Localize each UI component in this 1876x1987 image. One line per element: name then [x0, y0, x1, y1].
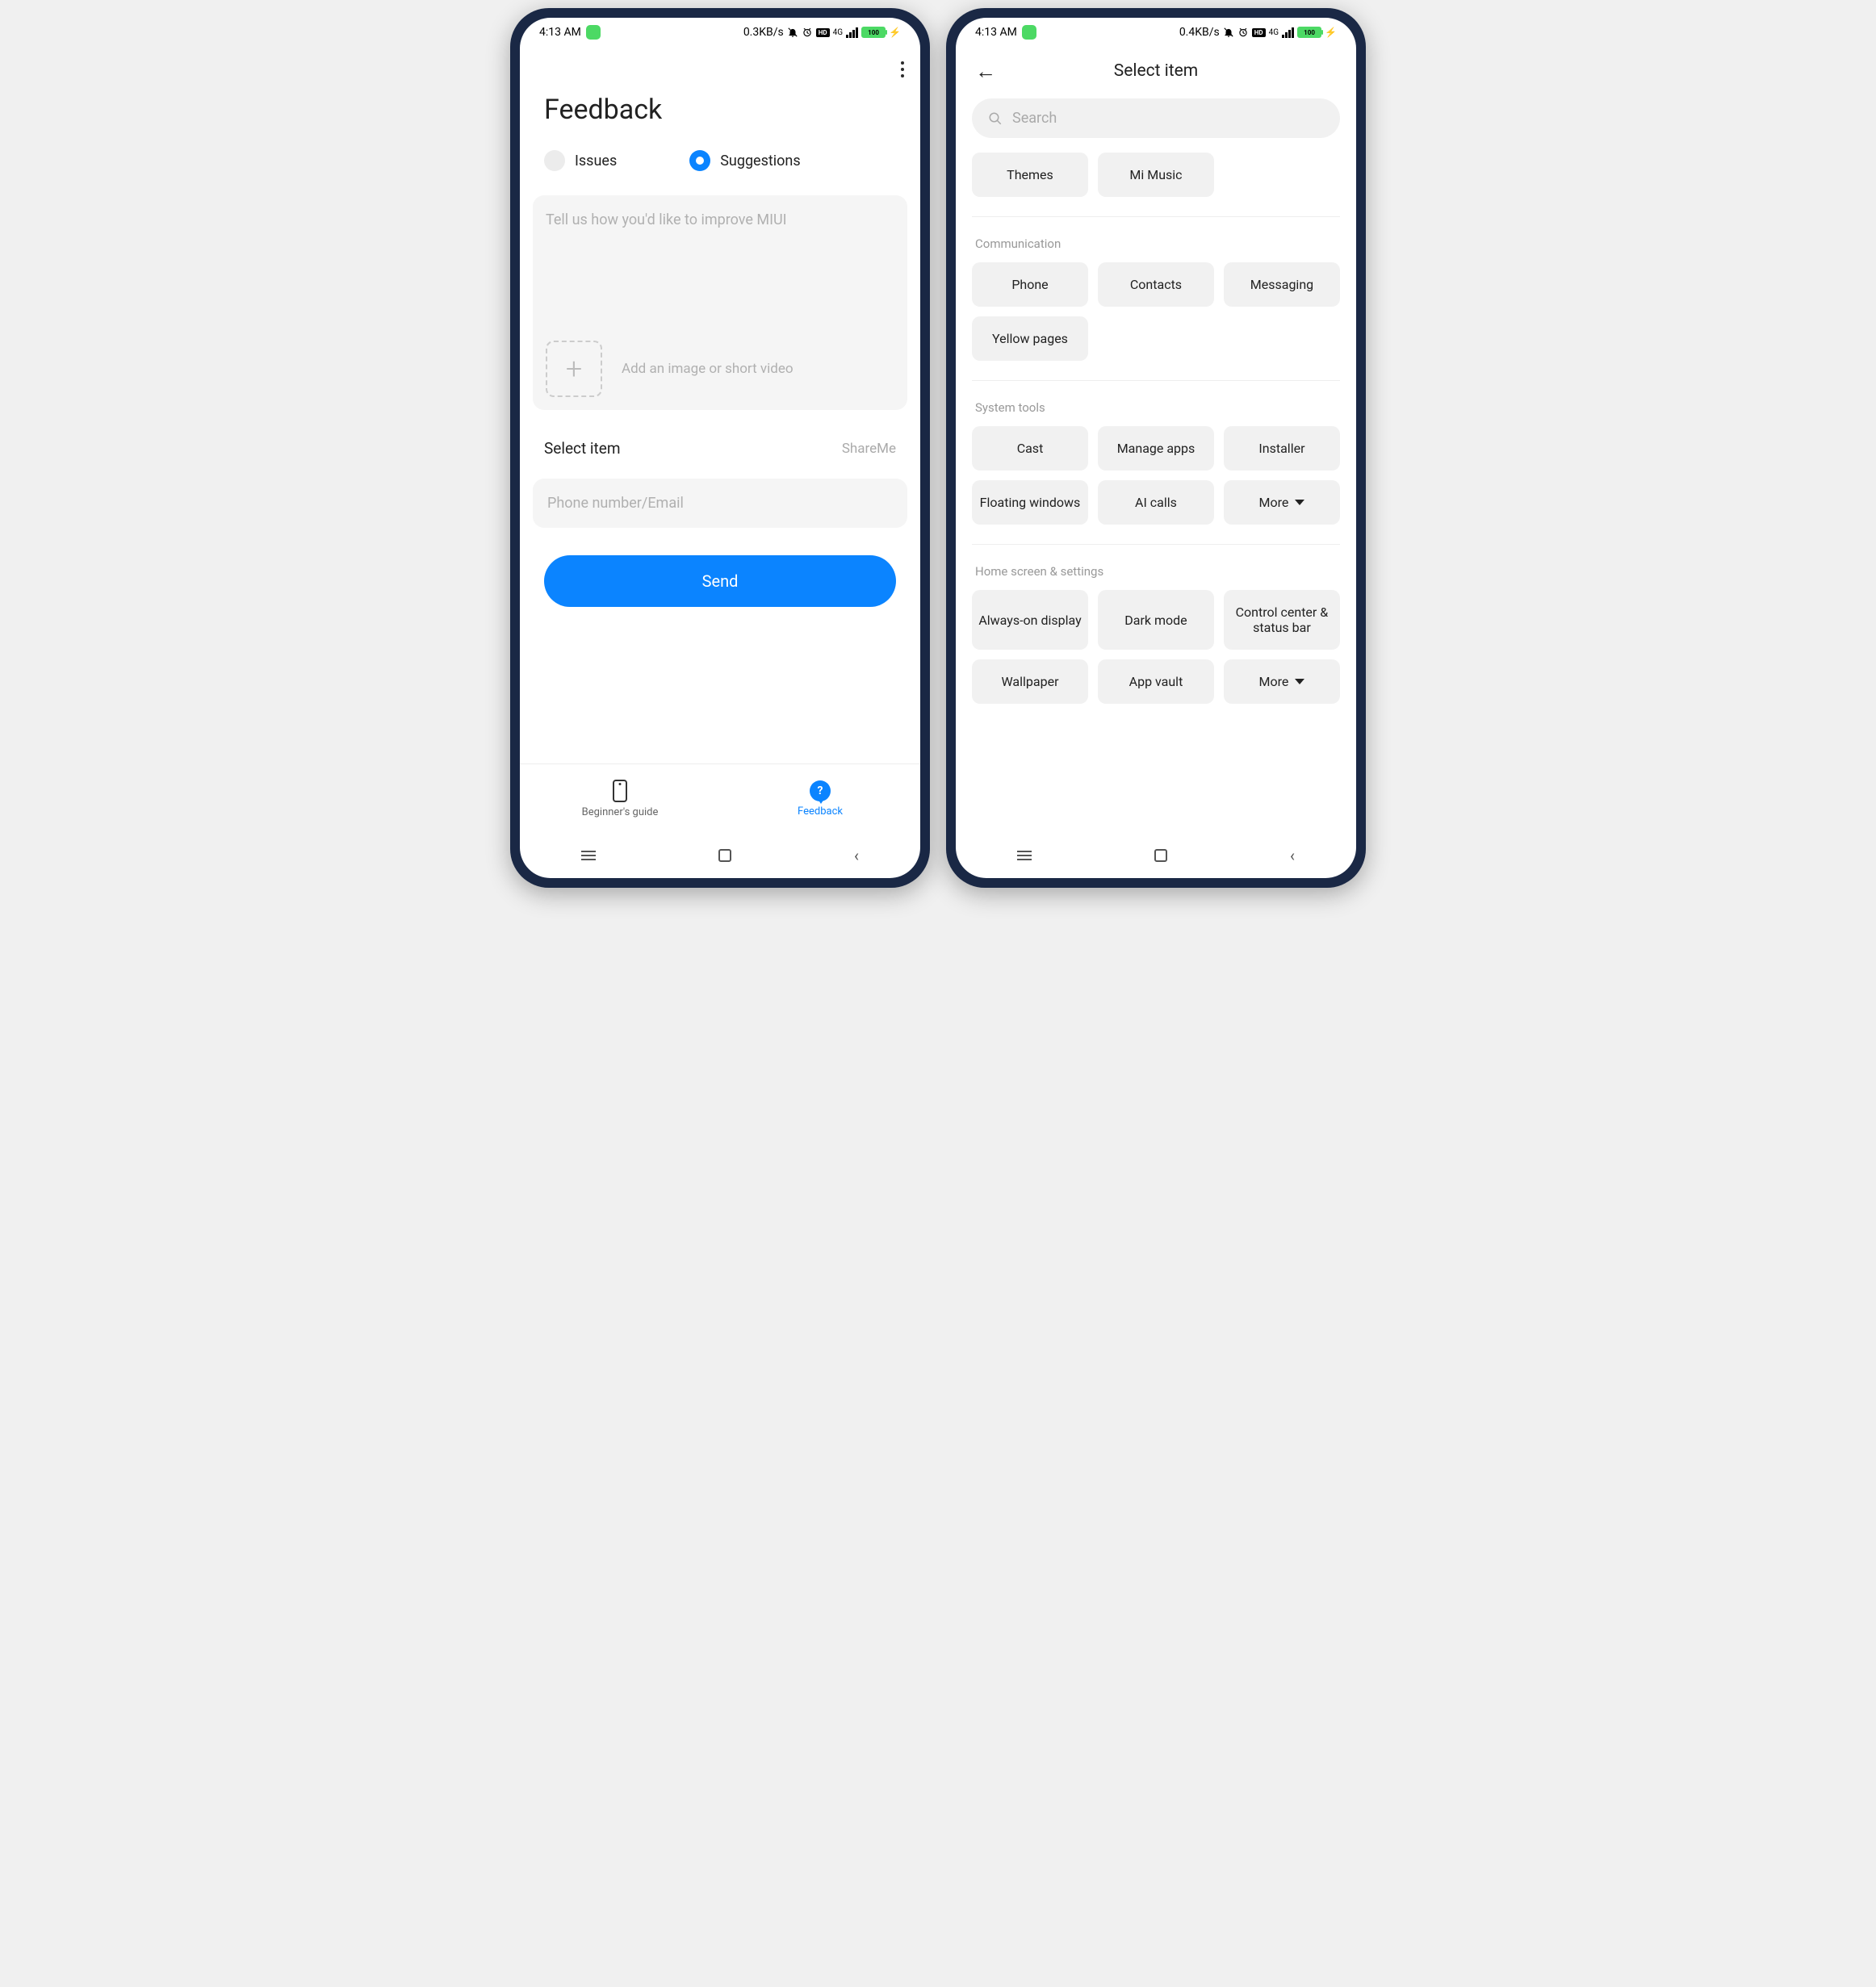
signal-icon: [846, 27, 858, 38]
screen-right: 4:13 AM 0.4KB/s HD 4G 100 ⚡ ← Select ite…: [956, 18, 1356, 878]
back-button[interactable]: ‹: [854, 846, 859, 865]
search-input[interactable]: Search: [972, 98, 1340, 138]
back-arrow-icon[interactable]: ←: [975, 59, 996, 84]
chip-contacts[interactable]: Contacts: [1098, 262, 1214, 307]
chip-installer[interactable]: Installer: [1224, 426, 1340, 471]
chip-phone[interactable]: Phone: [972, 262, 1088, 307]
divider: [972, 380, 1340, 381]
attach-label: Add an image or short video: [622, 361, 794, 377]
phone-icon: [613, 780, 627, 802]
charging-icon: ⚡: [889, 27, 901, 38]
chip-system-more[interactable]: More: [1224, 480, 1340, 525]
bottom-tabs: Beginner's guide ? Feedback: [520, 763, 920, 833]
radio-suggestions[interactable]: Suggestions: [689, 150, 800, 171]
chip-floating-windows[interactable]: Floating windows: [972, 480, 1088, 525]
home-button[interactable]: [1154, 849, 1167, 862]
status-bar: 4:13 AM 0.3KB/s HD 4G 100 ⚡: [520, 18, 920, 47]
tab-beginners-guide[interactable]: Beginner's guide: [520, 764, 720, 833]
divider: [972, 544, 1340, 545]
chip-app-vault[interactable]: App vault: [1098, 659, 1214, 704]
recents-button[interactable]: [581, 851, 596, 860]
status-net: 0.4KB/s: [1179, 26, 1220, 39]
feedback-icon: ?: [810, 780, 831, 801]
page-title: Feedback: [520, 84, 920, 150]
radio-icon: [689, 150, 710, 171]
chevron-down-icon: [1295, 679, 1304, 684]
chip-cast[interactable]: Cast: [972, 426, 1088, 471]
send-button[interactable]: Send: [544, 555, 896, 607]
radio-issues[interactable]: Issues: [544, 150, 617, 171]
contact-input[interactable]: Phone number/Email: [533, 479, 907, 528]
chip-mi-music[interactable]: Mi Music: [1098, 153, 1214, 197]
network-4g: 4G: [1269, 28, 1279, 37]
radio-issues-label: Issues: [575, 153, 617, 169]
status-bar: 4:13 AM 0.4KB/s HD 4G 100 ⚡: [956, 18, 1356, 47]
chip-ai-calls[interactable]: AI calls: [1098, 480, 1214, 525]
overflow-menu-icon[interactable]: [901, 61, 904, 77]
select-item-label: Select item: [544, 439, 621, 458]
system-nav: ‹: [956, 833, 1356, 878]
tab-label: Beginner's guide: [582, 806, 659, 818]
feedback-textarea[interactable]: Tell us how you'd like to improve MIUI +…: [533, 195, 907, 410]
dnd-icon: [1223, 27, 1234, 38]
select-item-value: ShareMe: [842, 441, 896, 457]
status-net: 0.3KB/s: [743, 26, 784, 39]
chip-messaging[interactable]: Messaging: [1224, 262, 1340, 307]
phone-right: 4:13 AM 0.4KB/s HD 4G 100 ⚡ ← Select ite…: [946, 8, 1366, 888]
charging-icon: ⚡: [1325, 27, 1337, 38]
search-placeholder: Search: [1012, 110, 1057, 127]
app-badge-icon: [586, 25, 601, 40]
recents-button[interactable]: [1017, 851, 1032, 860]
chip-always-on-display[interactable]: Always-on display: [972, 590, 1088, 650]
hd-icon: HD: [1252, 28, 1266, 37]
tab-label: Feedback: [798, 805, 843, 818]
section-home-screen: Home screen & settings: [972, 550, 1340, 590]
phone-left: 4:13 AM 0.3KB/s HD 4G 100 ⚡ Feedback: [510, 8, 930, 888]
chip-manage-apps[interactable]: Manage apps: [1098, 426, 1214, 471]
alarm-icon: [1237, 27, 1249, 38]
chip-dark-mode[interactable]: Dark mode: [1098, 590, 1214, 650]
radio-suggestions-label: Suggestions: [720, 153, 800, 169]
chip-yellow-pages[interactable]: Yellow pages: [972, 316, 1088, 361]
chip-control-center[interactable]: Control center & status bar: [1224, 590, 1340, 650]
section-communication: Communication: [972, 222, 1340, 262]
back-button[interactable]: ‹: [1290, 846, 1295, 865]
status-time: 4:13 AM: [975, 26, 1017, 39]
hd-icon: HD: [816, 28, 830, 37]
section-system-tools: System tools: [972, 386, 1340, 426]
tab-feedback[interactable]: ? Feedback: [720, 764, 920, 833]
screen-left: 4:13 AM 0.3KB/s HD 4G 100 ⚡ Feedback: [520, 18, 920, 878]
send-button-label: Send: [702, 571, 739, 591]
battery-icon: 100: [1297, 27, 1321, 38]
search-icon: [988, 111, 1003, 126]
signal-icon: [1282, 27, 1294, 38]
add-attachment-button[interactable]: +: [546, 341, 602, 397]
chip-wallpaper[interactable]: Wallpaper: [972, 659, 1088, 704]
select-item-row[interactable]: Select item ShareMe: [520, 410, 920, 474]
network-4g: 4G: [833, 28, 843, 37]
battery-icon: 100: [861, 27, 886, 38]
system-nav: ‹: [520, 833, 920, 878]
radio-icon: [544, 150, 565, 171]
contact-placeholder: Phone number/Email: [547, 495, 893, 512]
chevron-down-icon: [1295, 500, 1304, 505]
plus-icon: +: [566, 354, 582, 383]
alarm-icon: [802, 27, 813, 38]
page-title: Select item: [975, 61, 1337, 81]
dnd-icon: [787, 27, 798, 38]
chip-home-more[interactable]: More: [1224, 659, 1340, 704]
textarea-placeholder: Tell us how you'd like to improve MIUI: [546, 211, 894, 333]
home-button[interactable]: [718, 849, 731, 862]
status-time: 4:13 AM: [539, 26, 581, 39]
chip-themes[interactable]: Themes: [972, 153, 1088, 197]
divider: [972, 216, 1340, 217]
app-badge-icon: [1022, 25, 1036, 40]
